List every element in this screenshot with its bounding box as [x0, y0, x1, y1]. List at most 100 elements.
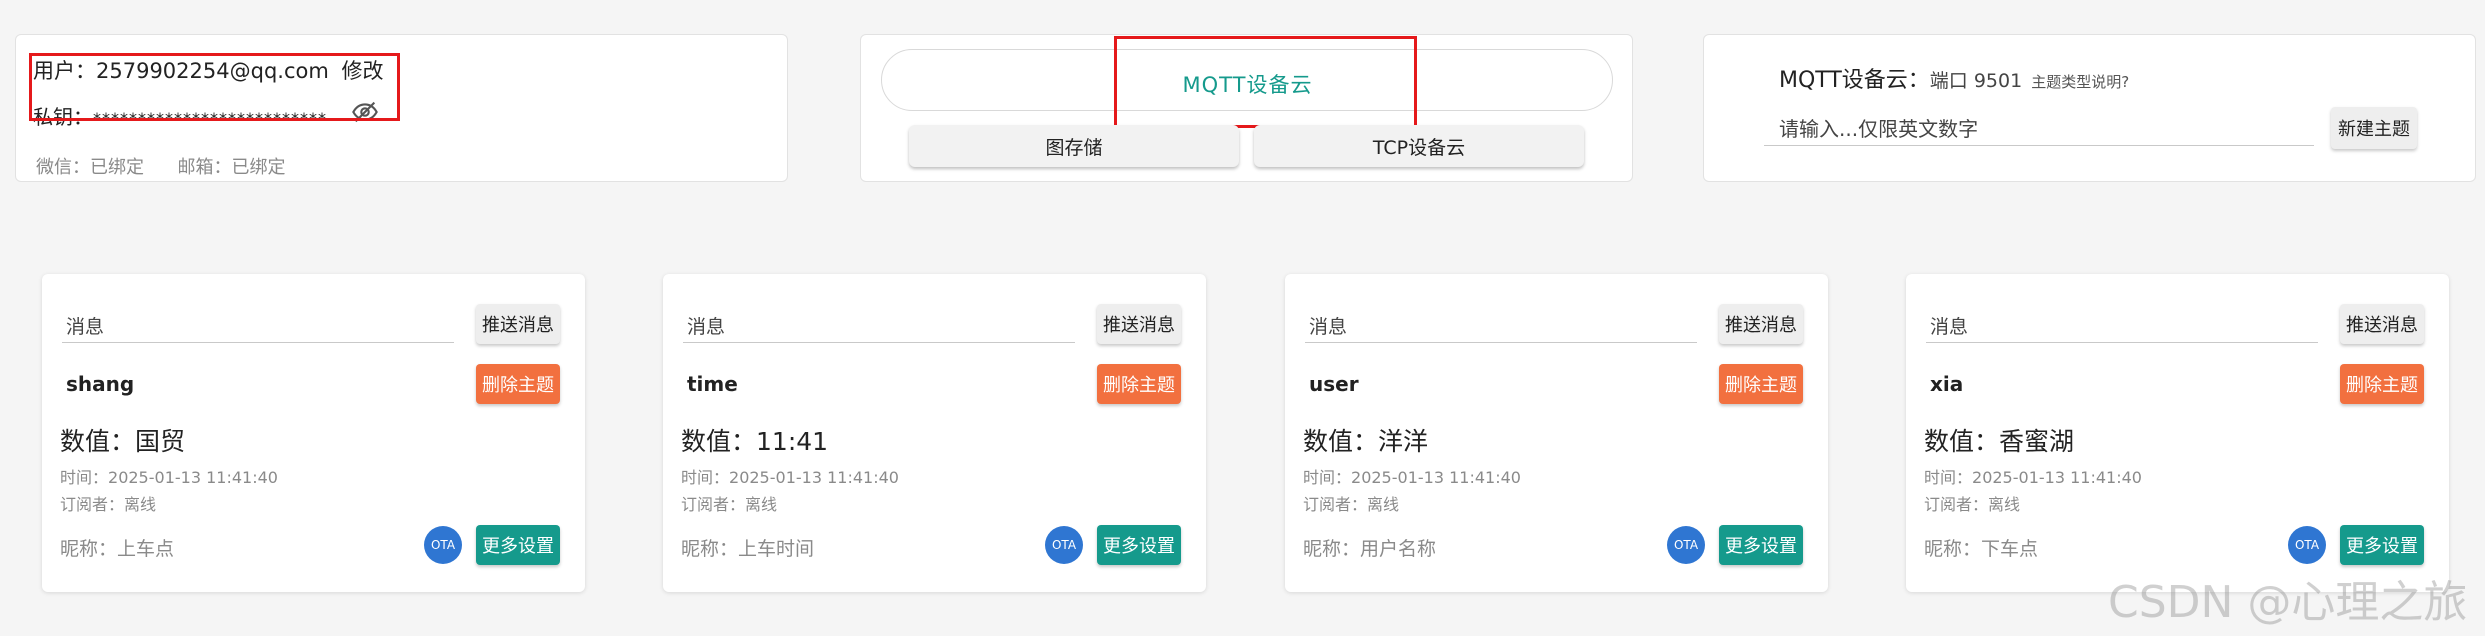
topic-creator-title: MQTT设备云：	[1779, 68, 1930, 93]
delete-topic-button[interactable]: 删除主题	[2340, 364, 2424, 404]
message-input-underline	[683, 342, 1075, 343]
image-storage-button[interactable]: 图存储	[909, 125, 1239, 167]
subscriber-label: 订阅者：	[681, 495, 746, 514]
value-text: 11:41	[756, 427, 829, 456]
value-display: 数值：国贸	[60, 422, 185, 458]
topic-creator-header: MQTT设备云：端口 9501 主题类型说明?	[1779, 62, 2129, 94]
nickname-value: 上车时间	[738, 538, 815, 560]
delete-topic-button[interactable]: 删除主题	[476, 364, 560, 404]
message-input[interactable]: 消息	[66, 312, 104, 339]
wechat-label: 微信：	[36, 157, 90, 178]
push-message-button[interactable]: 推送消息	[2340, 304, 2424, 344]
binding-status: 微信：已绑定 邮箱：已绑定	[36, 153, 285, 179]
more-settings-button[interactable]: 更多设置	[1719, 525, 1803, 565]
nickname-value: 上车点	[117, 538, 175, 560]
watermark: CSDN @心理之旅	[2108, 577, 2468, 628]
topic-name: user	[1309, 372, 1359, 396]
highlight-box	[29, 53, 400, 121]
nickname-value: 下车点	[1981, 538, 2039, 560]
value-display: 数值：香蜜湖	[1924, 422, 2074, 458]
ota-button[interactable]: OTA	[1667, 526, 1705, 564]
value-display: 数值：11:41	[681, 422, 828, 458]
value-text: 洋洋	[1378, 427, 1429, 456]
nickname: 昵称：上车时间	[681, 534, 814, 561]
message-input[interactable]: 消息	[687, 312, 725, 339]
subscriber-label: 订阅者：	[1924, 495, 1989, 514]
more-settings-button[interactable]: 更多设置	[2340, 525, 2424, 565]
new-topic-input-underline	[1764, 145, 2314, 146]
ota-button[interactable]: OTA	[1045, 526, 1083, 564]
subscriber-status: 订阅者：离线	[681, 491, 777, 515]
time-value: 2025-01-13 11:41:40	[1351, 468, 1521, 487]
message-input[interactable]: 消息	[1930, 312, 1968, 339]
time-value: 2025-01-13 11:41:40	[1972, 468, 2142, 487]
message-input-underline	[1926, 342, 2318, 343]
message-input-underline	[1305, 342, 1697, 343]
time-value: 2025-01-13 11:41:40	[729, 468, 899, 487]
topic-help-link[interactable]: 主题类型说明?	[2031, 73, 2129, 91]
subscriber-status: 订阅者：离线	[1303, 491, 1399, 515]
delete-topic-button[interactable]: 删除主题	[1719, 364, 1803, 404]
nickname: 昵称：上车点	[60, 534, 174, 561]
email-status: 已绑定	[231, 157, 286, 178]
message-input-underline	[62, 342, 454, 343]
timestamp: 时间：2025-01-13 11:41:40	[60, 464, 278, 488]
new-topic-input[interactable]: 请输入...仅限英文数字	[1779, 113, 1978, 142]
time-label: 时间：	[1924, 468, 1973, 487]
topic-card: 消息 推送消息 shang 删除主题 数值：国贸 时间：2025-01-13 1…	[42, 274, 585, 592]
value-display: 数值：洋洋	[1303, 422, 1428, 458]
time-label: 时间：	[681, 468, 730, 487]
value-text: 香蜜湖	[1999, 427, 2075, 456]
email-label: 邮箱：	[177, 157, 232, 178]
subscriber-value: 离线	[1988, 495, 2021, 514]
nickname-label: 昵称：	[681, 538, 739, 560]
value-label: 数值：	[681, 427, 757, 456]
topic-card: 消息 推送消息 xia 删除主题 数值：香蜜湖 时间：2025-01-13 11…	[1906, 274, 2449, 592]
topic-creator-panel: MQTT设备云：端口 9501 主题类型说明? 请输入...仅限英文数字 新建主…	[1703, 34, 2476, 182]
ota-button[interactable]: OTA	[2288, 526, 2326, 564]
service-panel: MQTT设备云 图存储 TCP设备云	[860, 34, 1633, 182]
value-label: 数值：	[1924, 427, 2000, 456]
tcp-cloud-button[interactable]: TCP设备云	[1254, 125, 1584, 167]
topic-card: 消息 推送消息 user 删除主题 数值：洋洋 时间：2025-01-13 11…	[1285, 274, 1828, 592]
push-message-button[interactable]: 推送消息	[1097, 304, 1181, 344]
wechat-status: 已绑定	[90, 157, 144, 178]
topic-name: shang	[66, 372, 135, 396]
nickname: 昵称：下车点	[1924, 534, 2038, 561]
nickname: 昵称：用户名称	[1303, 534, 1436, 561]
subscriber-value: 离线	[124, 495, 157, 514]
timestamp: 时间：2025-01-13 11:41:40	[1303, 464, 1521, 488]
nickname-label: 昵称：	[1924, 538, 1982, 560]
account-panel: 用户：2579902254@qq.com 修改 私钥：*************…	[15, 34, 788, 182]
more-settings-button[interactable]: 更多设置	[1097, 525, 1181, 565]
subscriber-status: 订阅者：离线	[60, 491, 156, 515]
subscriber-value: 离线	[745, 495, 778, 514]
time-label: 时间：	[1303, 468, 1352, 487]
value-label: 数值：	[1303, 427, 1379, 456]
time-value: 2025-01-13 11:41:40	[108, 468, 278, 487]
subscriber-value: 离线	[1367, 495, 1400, 514]
time-label: 时间：	[60, 468, 109, 487]
topic-name: xia	[1930, 372, 1964, 396]
topic-name: time	[687, 372, 738, 396]
subscriber-label: 订阅者：	[1303, 495, 1368, 514]
nickname-label: 昵称：	[1303, 538, 1361, 560]
subscriber-status: 订阅者：离线	[1924, 491, 2020, 515]
ota-button[interactable]: OTA	[424, 526, 462, 564]
nickname-value: 用户名称	[1360, 538, 1437, 560]
delete-topic-button[interactable]: 删除主题	[1097, 364, 1181, 404]
message-input[interactable]: 消息	[1309, 312, 1347, 339]
timestamp: 时间：2025-01-13 11:41:40	[1924, 464, 2142, 488]
highlight-box	[1114, 36, 1417, 128]
topic-card: 消息 推送消息 time 删除主题 数值：11:41 时间：2025-01-13…	[663, 274, 1206, 592]
subscriber-label: 订阅者：	[60, 495, 125, 514]
push-message-button[interactable]: 推送消息	[1719, 304, 1803, 344]
create-topic-button[interactable]: 新建主题	[2331, 107, 2417, 149]
push-message-button[interactable]: 推送消息	[476, 304, 560, 344]
more-settings-button[interactable]: 更多设置	[476, 525, 560, 565]
port-label: 端口 9501	[1929, 70, 2023, 92]
value-text: 国贸	[135, 427, 186, 456]
timestamp: 时间：2025-01-13 11:41:40	[681, 464, 899, 488]
nickname-label: 昵称：	[60, 538, 118, 560]
value-label: 数值：	[60, 427, 136, 456]
